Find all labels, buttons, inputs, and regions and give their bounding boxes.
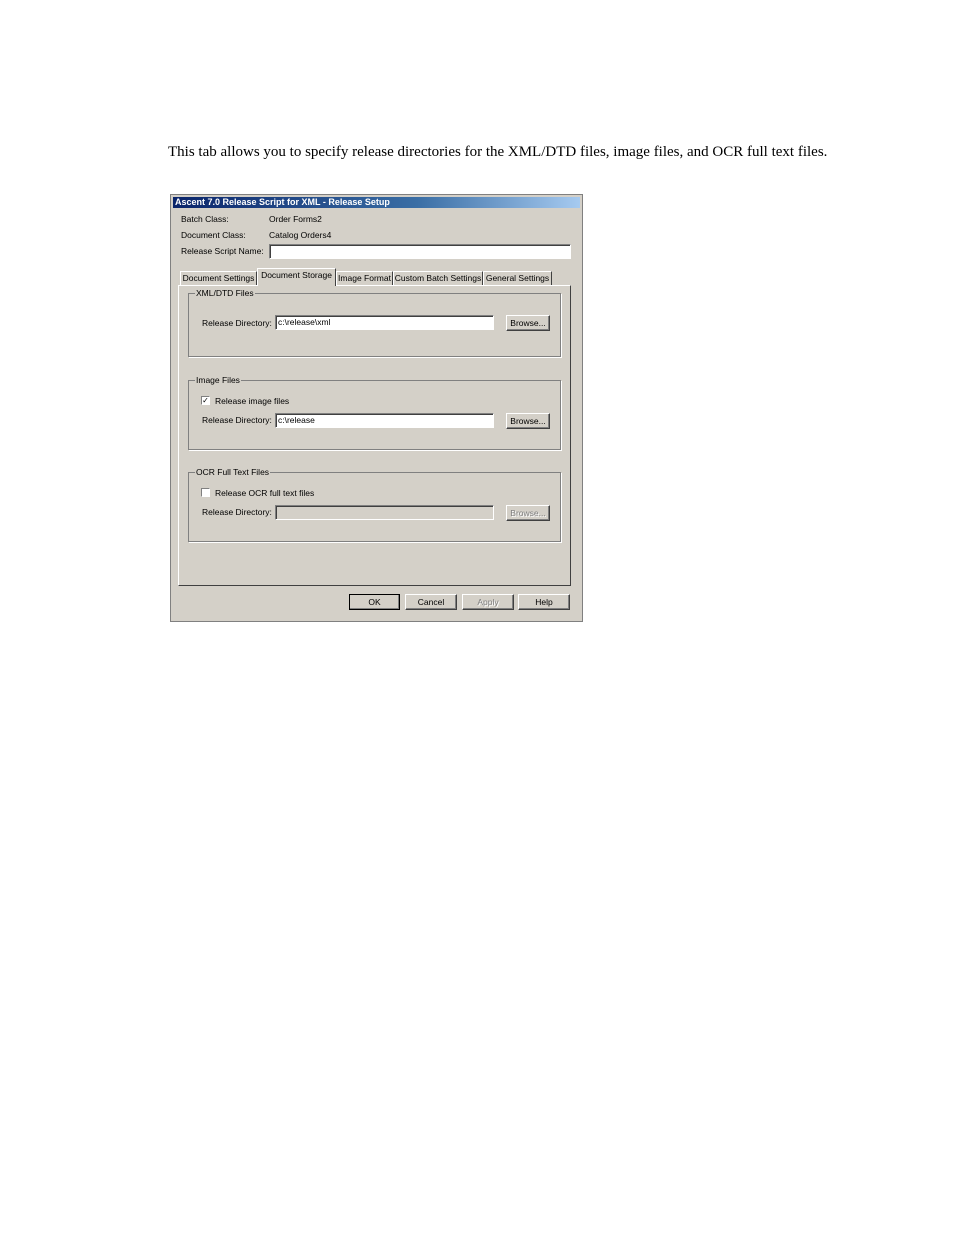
image-browse-button[interactable]: Browse...	[506, 413, 550, 429]
intro-paragraph: This tab allows you to specify release d…	[168, 144, 828, 160]
xml-release-directory-label: Release Directory:	[202, 318, 272, 328]
document-class-label: Document Class:	[181, 230, 246, 240]
batch-class-value: Order Forms2	[269, 214, 322, 224]
cancel-button[interactable]: Cancel	[405, 594, 457, 610]
ocr-release-directory-label: Release Directory:	[202, 507, 272, 517]
ocr-full-text-files-title: OCR Full Text Files	[195, 467, 271, 477]
image-files-group: Image Files ✓ Release image files Releas…	[188, 375, 561, 450]
release-image-files-checkbox[interactable]: ✓	[201, 396, 210, 405]
ocr-full-text-files-group: OCR Full Text Files Release OCR full tex…	[188, 467, 561, 542]
help-button[interactable]: Help	[518, 594, 570, 610]
tab-document-settings[interactable]: Document Settings	[180, 271, 257, 285]
document-class-value: Catalog Orders4	[269, 230, 332, 240]
release-image-files-label: Release image files	[215, 396, 290, 406]
tab-custom-batch-settings[interactable]: Custom Batch Settings	[393, 271, 483, 285]
tab-document-storage[interactable]: Document Storage	[257, 268, 336, 286]
release-ocr-full-text-checkbox[interactable]	[201, 488, 210, 497]
ok-button[interactable]: OK	[349, 594, 400, 610]
image-release-directory-label: Release Directory:	[202, 415, 272, 425]
tab-general-settings[interactable]: General Settings	[483, 271, 552, 285]
xml-release-directory-input[interactable]: c:\release\xml	[275, 315, 494, 330]
release-script-name-input[interactable]	[269, 244, 571, 259]
dialog-title: Ascent 7.0 Release Script for XML - Rele…	[173, 197, 580, 208]
release-setup-dialog: Ascent 7.0 Release Script for XML - Rele…	[170, 194, 583, 622]
release-script-name-label: Release Script Name:	[181, 246, 264, 256]
tab-image-format[interactable]: Image Format	[336, 271, 393, 285]
document-storage-panel: XML/DTD Files Release Directory: c:\rele…	[178, 285, 571, 586]
image-files-title: Image Files	[195, 375, 241, 385]
ocr-browse-button[interactable]: Browse...	[506, 505, 550, 521]
ocr-release-directory-input[interactable]	[275, 505, 494, 520]
xml-browse-button[interactable]: Browse...	[506, 315, 550, 331]
release-ocr-full-text-label: Release OCR full text files	[215, 488, 315, 498]
batch-class-label: Batch Class:	[181, 214, 229, 224]
xml-dtd-files-group: XML/DTD Files Release Directory: c:\rele…	[188, 288, 561, 357]
image-release-directory-input[interactable]: c:\release	[275, 413, 494, 428]
xml-dtd-files-title: XML/DTD Files	[195, 288, 255, 298]
checkmark-icon: ✓	[202, 396, 209, 405]
apply-button[interactable]: Apply	[462, 594, 514, 610]
